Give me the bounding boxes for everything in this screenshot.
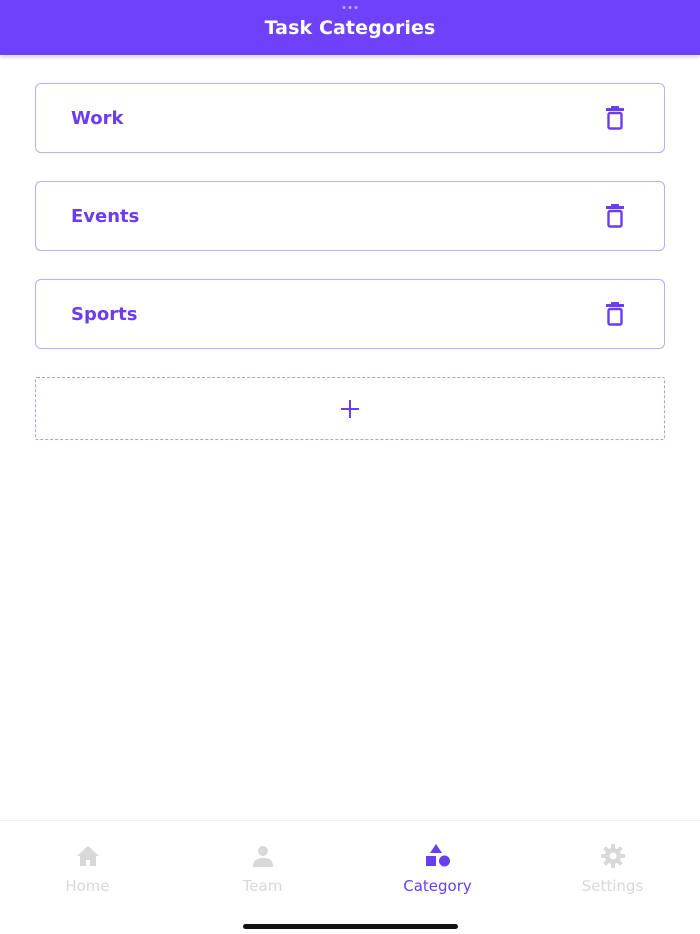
plus-icon: [341, 399, 359, 418]
tab-team[interactable]: Team: [175, 843, 350, 895]
category-list: Work Events Sports: [35, 83, 665, 440]
app-header: Task Categories: [0, 0, 700, 55]
app-window: Task Categories Work Events Sports Home …: [0, 0, 700, 934]
tab-label: Settings: [581, 877, 644, 895]
home-indicator: [243, 924, 458, 929]
bottom-tab-bar: Home Team Category Settings: [0, 820, 700, 934]
tab-label: Category: [403, 877, 472, 895]
category-item-events[interactable]: Events: [35, 181, 665, 251]
page-title: Task Categories: [264, 17, 436, 39]
category-item-sports[interactable]: Sports: [35, 279, 665, 349]
trash-icon[interactable]: [604, 106, 626, 130]
category-label: Work: [71, 107, 124, 129]
category-label: Events: [71, 205, 140, 227]
shapes-icon: [425, 844, 450, 867]
gear-icon: [600, 844, 625, 868]
tab-settings[interactable]: Settings: [525, 843, 700, 895]
person-icon: [252, 846, 273, 867]
category-label: Sports: [71, 303, 138, 325]
drag-handle[interactable]: [342, 6, 358, 9]
trash-icon[interactable]: [604, 204, 626, 228]
add-category-button[interactable]: [35, 377, 665, 440]
tab-label: Team: [242, 877, 283, 895]
tab-home[interactable]: Home: [0, 843, 175, 895]
tab-category[interactable]: Category: [350, 843, 525, 895]
trash-icon[interactable]: [604, 302, 626, 326]
category-item-work[interactable]: Work: [35, 83, 665, 153]
tab-label: Home: [65, 877, 110, 895]
home-icon: [76, 846, 99, 866]
